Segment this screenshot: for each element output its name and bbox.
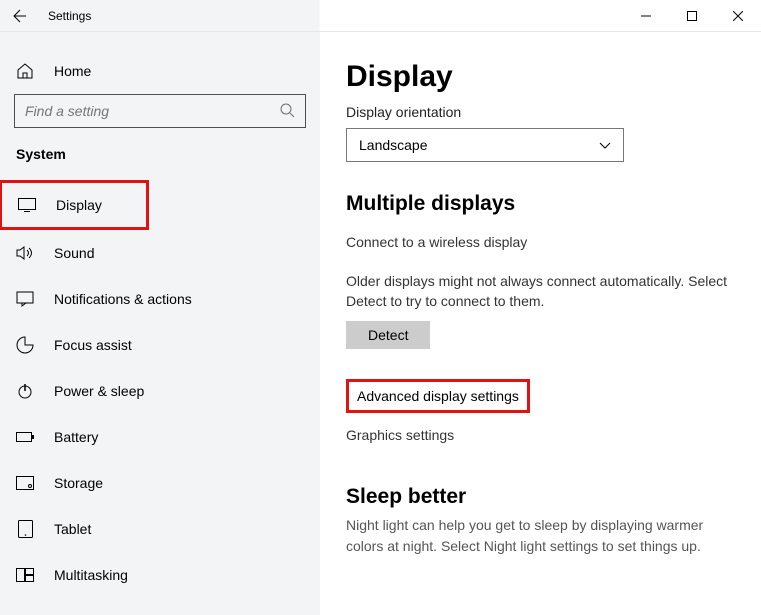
sidebar-item-storage[interactable]: Storage xyxy=(0,460,320,506)
maximize-icon xyxy=(687,11,697,21)
search-input[interactable] xyxy=(25,103,279,119)
sidebar-item-multitasking[interactable]: Multitasking xyxy=(0,552,320,598)
storage-icon xyxy=(16,474,34,492)
detect-button[interactable]: Detect xyxy=(346,321,430,349)
advanced-display-settings-link[interactable]: Advanced display settings xyxy=(346,379,530,413)
search-box[interactable] xyxy=(14,94,306,128)
advanced-display-label: Advanced display settings xyxy=(357,388,519,404)
home-icon xyxy=(16,62,34,80)
main-content: Display Display orientation Landscape Mu… xyxy=(320,32,761,615)
graphics-settings-link[interactable]: Graphics settings xyxy=(346,427,737,443)
orientation-label: Display orientation xyxy=(346,104,737,120)
sidebar-item-battery[interactable]: Battery xyxy=(0,414,320,460)
sidebar-item-label: Tablet xyxy=(54,521,91,537)
sidebar-item-label: Storage xyxy=(54,475,103,491)
notifications-icon xyxy=(16,290,34,308)
detect-hint: Older displays might not always connect … xyxy=(346,272,737,311)
sidebar-item-focus-assist[interactable]: Focus assist xyxy=(0,322,320,368)
window-title: Settings xyxy=(48,9,91,23)
sidebar: Home System Display Sound Notifica xyxy=(0,32,320,615)
sidebar-item-label: Battery xyxy=(54,429,98,445)
multitasking-icon xyxy=(16,566,34,584)
sidebar-item-sound[interactable]: Sound xyxy=(0,230,320,276)
orientation-dropdown[interactable]: Landscape xyxy=(346,128,624,162)
sidebar-item-label: Notifications & actions xyxy=(54,291,192,307)
minimize-icon xyxy=(641,11,651,21)
display-icon xyxy=(18,196,36,214)
close-icon xyxy=(733,11,743,21)
sound-icon xyxy=(16,244,34,262)
sidebar-item-tablet[interactable]: Tablet xyxy=(0,506,320,552)
tablet-icon xyxy=(16,520,34,538)
maximize-button[interactable] xyxy=(669,0,715,32)
sidebar-item-label: Power & sleep xyxy=(54,383,144,399)
orientation-value: Landscape xyxy=(359,137,428,153)
sidebar-item-label: Sound xyxy=(54,245,94,261)
multiple-displays-heading: Multiple displays xyxy=(346,192,737,216)
wireless-display-link[interactable]: Connect to a wireless display xyxy=(346,234,737,250)
page-title: Display xyxy=(346,60,737,94)
power-icon xyxy=(16,382,34,400)
sidebar-item-display[interactable]: Display xyxy=(0,180,149,230)
window-controls xyxy=(623,0,761,32)
chevron-down-icon xyxy=(599,137,611,153)
category-label: System xyxy=(0,146,320,162)
close-button[interactable] xyxy=(715,0,761,32)
focus-assist-icon xyxy=(16,336,34,354)
search-icon xyxy=(279,102,295,121)
sleep-better-text: Night light can help you get to sleep by… xyxy=(346,515,737,557)
sidebar-item-label: Multitasking xyxy=(54,567,128,583)
minimize-button[interactable] xyxy=(623,0,669,32)
home-link[interactable]: Home xyxy=(0,54,320,94)
sidebar-item-label: Focus assist xyxy=(54,337,132,353)
sleep-better-heading: Sleep better xyxy=(346,485,737,509)
sidebar-item-notifications[interactable]: Notifications & actions xyxy=(0,276,320,322)
back-arrow-icon xyxy=(12,8,28,24)
battery-icon xyxy=(16,428,34,446)
sidebar-item-power-sleep[interactable]: Power & sleep xyxy=(0,368,320,414)
back-button[interactable] xyxy=(0,0,40,32)
titlebar: Settings xyxy=(0,0,761,32)
home-label: Home xyxy=(54,63,91,79)
sidebar-item-label: Display xyxy=(56,197,102,213)
